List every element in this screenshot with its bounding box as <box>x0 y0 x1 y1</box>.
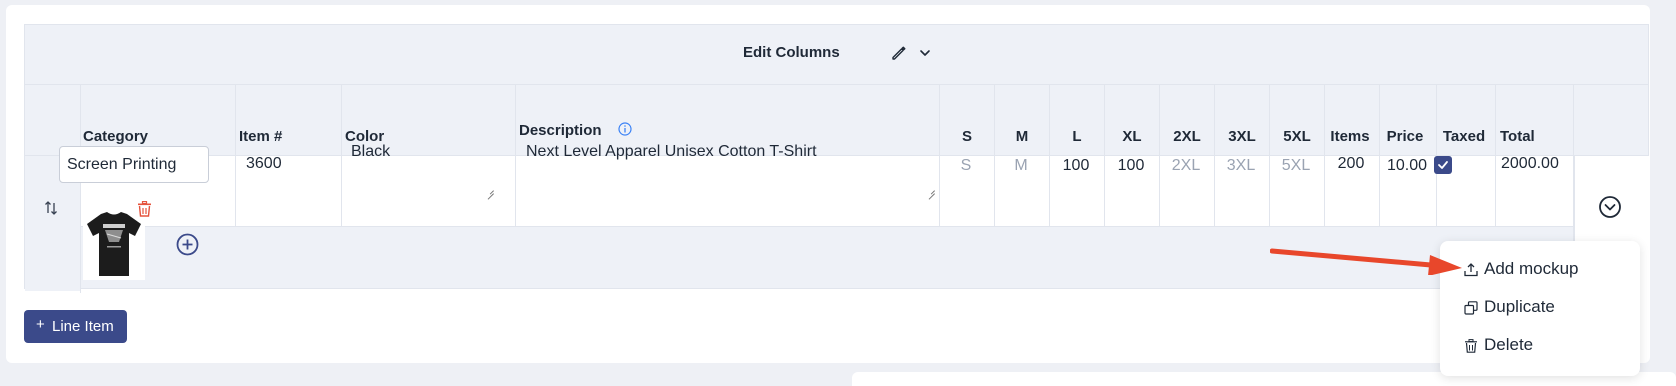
row-actions-menu: Add mockup Duplicate Delete <box>1440 241 1640 376</box>
taxed-checkbox[interactable] <box>1434 156 1452 174</box>
add-line-item-label: Line Item <box>52 318 114 335</box>
info-icon[interactable] <box>618 122 632 136</box>
add-line-item-button[interactable]: + Line Item <box>24 310 127 343</box>
column-divider <box>341 85 342 227</box>
column-divider <box>939 85 940 227</box>
size-l-input[interactable]: 100 <box>1049 157 1103 175</box>
column-header-price: Price <box>1386 128 1424 145</box>
column-divider <box>1214 85 1215 227</box>
trash-icon[interactable] <box>137 201 152 217</box>
column-header-item-no: Item # <box>239 128 283 145</box>
column-divider <box>1495 85 1496 227</box>
copy-icon <box>1464 301 1478 315</box>
size-3xl-input[interactable]: 3XL <box>1214 157 1268 175</box>
item-number-field[interactable]: 3600 <box>246 155 282 173</box>
column-divider <box>80 85 81 293</box>
column-header-m: M <box>1015 128 1029 145</box>
column-header-category: Category <box>83 128 149 145</box>
column-divider <box>1379 85 1380 227</box>
column-divider <box>515 85 516 227</box>
size-xl-input[interactable]: 100 <box>1104 157 1158 175</box>
column-header-xl: XL <box>1122 128 1142 145</box>
check-icon <box>1438 161 1448 169</box>
pencil-icon[interactable] <box>891 45 907 61</box>
color-field[interactable]: Black <box>351 143 390 161</box>
resize-handle[interactable] <box>927 186 935 194</box>
resize-handle[interactable] <box>486 186 494 194</box>
menu-item-label: Add mockup <box>1484 259 1579 278</box>
column-header-5xl: 5XL <box>1283 128 1311 145</box>
column-divider <box>994 85 995 227</box>
size-2xl-input[interactable]: 2XL <box>1159 157 1213 175</box>
column-header-s: S <box>961 128 972 145</box>
total-value: 2000.00 <box>1501 155 1559 172</box>
tshirt-icon <box>87 212 141 276</box>
column-header-l: L <box>1072 128 1082 145</box>
trash-icon <box>1465 339 1477 353</box>
menu-item-duplicate[interactable]: Duplicate <box>1464 297 1624 323</box>
mockup-image[interactable] <box>83 208 145 280</box>
reorder-icon[interactable] <box>44 200 58 216</box>
column-divider <box>1269 85 1270 227</box>
column-header-taxed: Taxed <box>1442 128 1486 145</box>
menu-item-delete[interactable]: Delete <box>1464 335 1624 361</box>
menu-item-label: Duplicate <box>1484 297 1555 316</box>
add-mockup-icon[interactable] <box>176 233 199 256</box>
description-field[interactable]: Next Level Apparel Unisex Cotton T-Shirt <box>526 143 817 161</box>
plus-icon: + <box>36 316 45 333</box>
column-header-2xl: 2XL <box>1173 128 1201 145</box>
chevron-circle-down-icon[interactable] <box>1598 195 1622 219</box>
menu-item-add-mockup[interactable]: Add mockup <box>1464 259 1624 285</box>
size-m-input[interactable]: M <box>994 157 1048 175</box>
annotation-arrow-icon <box>1270 248 1462 275</box>
column-header-3xl: 3XL <box>1228 128 1256 145</box>
category-input[interactable] <box>59 146 209 183</box>
column-divider <box>1159 85 1160 227</box>
column-divider <box>1049 85 1050 227</box>
chevron-down-icon[interactable] <box>918 46 932 60</box>
items-count: 200 <box>1337 155 1365 172</box>
column-divider <box>1104 85 1105 227</box>
column-header-items: Items <box>1330 128 1370 145</box>
column-header-total: Total <box>1500 128 1535 145</box>
size-s-input[interactable]: S <box>939 157 993 175</box>
menu-item-label: Delete <box>1484 335 1534 354</box>
edit-columns-bar: Edit Columns <box>25 25 1648 85</box>
price-input[interactable]: 10.00 <box>1380 157 1434 175</box>
column-divider <box>235 85 236 227</box>
size-5xl-input[interactable]: 5XL <box>1269 157 1323 175</box>
edit-columns-label[interactable]: Edit Columns <box>743 44 840 61</box>
